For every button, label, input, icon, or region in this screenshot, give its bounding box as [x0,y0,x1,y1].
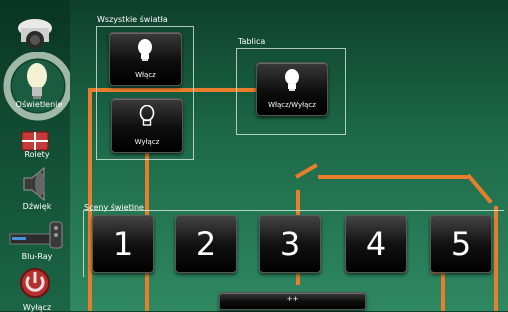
scene-button-5[interactable]: 5 [430,215,492,273]
scene-button-3[interactable]: 3 [259,215,321,273]
more-scenes-button[interactable]: ++ [219,292,366,310]
scene-button-1[interactable]: 1 [92,215,154,273]
security-camera-icon [18,19,52,49]
wire-decoration [295,163,318,179]
panel-title-all-lights: Wszystkie światła [97,15,168,24]
light-bulb-icon [3,52,70,121]
scene-button-4[interactable]: 4 [345,215,407,273]
sidebar-item-label: Rolety [24,150,50,159]
board-toggle-button[interactable]: Włącz/Wyłącz [256,62,328,116]
sidebar-item-lighting[interactable]: Oświetlenie [0,52,70,122]
wire-decoration [318,175,468,179]
sidebar-nav: Oświetlenie Rolety Dźwięk Blu-Ray Wyłącz [0,0,70,312]
power-icon [20,268,50,298]
panel-title-board: Tablica [238,37,266,46]
all-lights-on-button[interactable]: Włącz [109,32,182,86]
more-scenes-label: ++ [286,295,299,303]
blinds-icon [21,131,49,151]
sidebar-item-label: Blu-Ray [21,252,53,261]
speaker-icon [23,166,45,202]
light-bulb-on-icon [285,69,299,91]
light-bulb-off-icon [139,105,155,126]
sidebar-item-sound[interactable]: Dźwięk [0,166,70,216]
sidebar-item-power[interactable]: Wyłącz [0,266,70,312]
wire-decoration [466,173,493,204]
all-lights-off-label: Wyłącz [134,138,160,146]
sidebar-item-bluray[interactable]: Blu-Ray [0,218,70,266]
sidebar-item-blinds[interactable]: Rolety [0,128,70,160]
board-toggle-label: Włącz/Wyłącz [268,101,316,109]
wire-decoration [88,88,92,311]
wire-decoration [441,272,445,311]
scene-button-2[interactable]: 2 [175,215,237,273]
sidebar-item-label: Oświetlenie [15,100,63,109]
light-bulb-on-icon [138,39,152,61]
all-lights-off-button[interactable]: Wyłącz [111,98,183,153]
all-lights-on-label: Włącz [135,71,156,79]
bluray-player-icon [9,221,63,249]
sidebar-item-label: Dźwięk [22,202,52,211]
